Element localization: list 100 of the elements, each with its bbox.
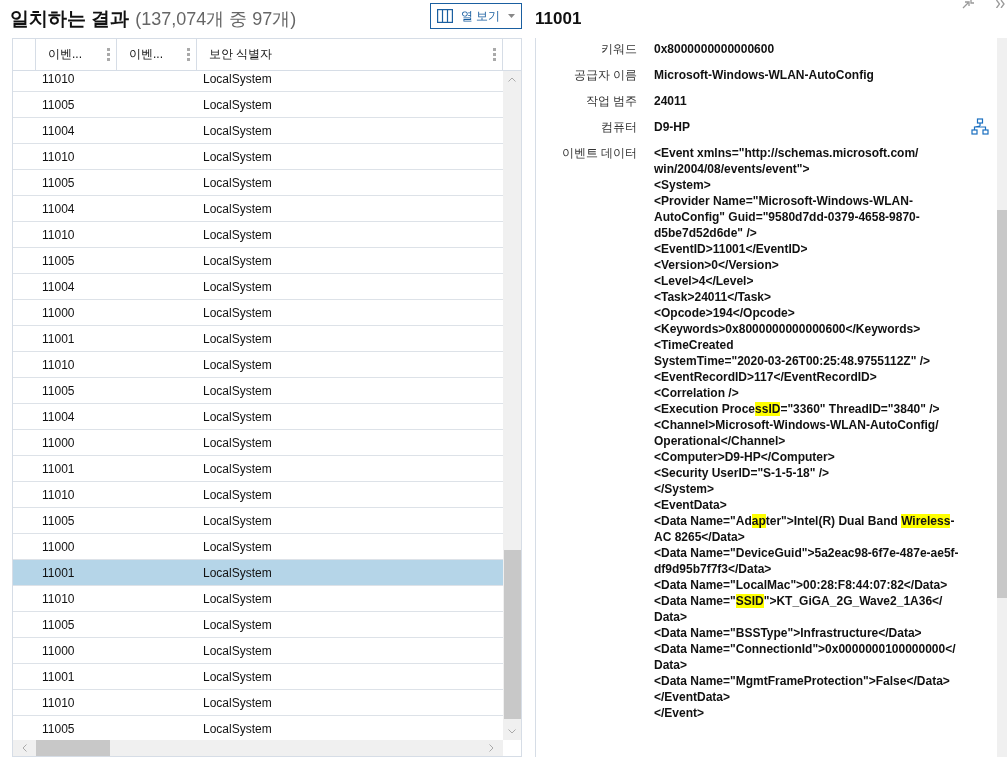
xml-line: </System> [654,481,716,497]
xml-line: <Correlation /> [654,385,740,401]
table-row[interactable]: 11005 LocalSystem [13,612,503,638]
event-title: 11001 [535,9,582,29]
xml-line: win/2004/08/events/event"> [654,161,811,177]
xml-line: <Task>24011</Task> [654,289,772,305]
hierarchy-icon[interactable] [971,118,989,136]
column-menu-icon[interactable] [187,48,190,61]
table-row[interactable]: 11004 LocalSystem [13,118,503,144]
scroll-down-icon[interactable] [508,729,516,734]
xml-line: <Security UserID="S-1-5-18" /> [654,465,831,481]
table-row[interactable]: 11010 LocalSystem [13,586,503,612]
table-cell-text: LocalSystem [202,409,273,424]
table-row[interactable]: 11010 LocalSystem [13,352,503,378]
column-header[interactable]: 이벤... [36,39,117,70]
scroll-right-icon[interactable] [489,744,494,752]
table-row[interactable]: 11010 LocalSystem [13,144,503,170]
vertical-scrollbar[interactable] [997,38,1007,757]
table-cell-text: 11010 [41,227,76,242]
table-cell-text: 11005 [41,617,76,632]
table-row[interactable]: 11005 LocalSystem [13,378,503,404]
table-cell-text: LocalSystem [202,201,273,216]
table-cell-text: 11005 [41,253,76,268]
column-header[interactable]: 보안 식별자 [197,39,503,70]
table-cell-text: 11005 [41,97,76,112]
table-row[interactable]: 11004 LocalSystem [13,274,503,300]
table-row[interactable]: 11004 LocalSystem [13,196,503,222]
table-cell-text: 11004 [41,279,76,294]
results-count: (137,074개 중 97개) [135,8,297,31]
table-cell-text: LocalSystem [202,539,273,554]
table-cell-text: 11005 [41,721,76,736]
table-row[interactable]: 11001 LocalSystem [13,456,503,482]
table-cell-text: LocalSystem [202,123,273,138]
field-value: Microsoft-Windows-WLAN-AutoConfig [654,68,874,82]
table-row[interactable]: 11010 LocalSystem [13,482,503,508]
table-cell-text: 11000 [41,435,76,450]
xml-line: <Computer>D9-HP</Computer> [654,449,836,465]
xml-line: Data> [654,609,689,625]
xml-line: <Data Name="SSID">KT_GiGA_2G_Wave2_1A36</ [654,593,944,609]
table-cell-text: 11004 [41,201,76,216]
table-row[interactable]: 11005 LocalSystem [13,248,503,274]
table-cell-text: LocalSystem [202,149,273,164]
scroll-thumb[interactable] [503,550,521,719]
table-cell-text: 11010 [41,591,76,606]
xml-line: <Channel>Microsoft-Windows-WLAN-AutoConfig/ [654,417,940,433]
table-row[interactable]: 11005 LocalSystem [13,92,503,118]
table-row[interactable]: 11001 LocalSystem [13,560,503,586]
column-menu-icon[interactable] [107,48,110,61]
table-row[interactable]: 11010 LocalSystem [13,690,503,716]
table-row[interactable]: 11000 LocalSystem [13,430,503,456]
vertical-scrollbar[interactable] [503,71,521,740]
double-chevron-icon[interactable] [996,0,1005,8]
table-cell-text: 11005 [41,175,76,190]
scroll-thumb[interactable] [36,740,110,756]
xml-line: Operational</Channel> [654,433,787,449]
table-row[interactable]: 11000 LocalSystem [13,638,503,664]
table-cell-text: LocalSystem [202,643,273,658]
scroll-up-icon[interactable] [508,77,516,82]
table-cell-text: LocalSystem [202,513,273,528]
table-cell-text: LocalSystem [202,487,273,502]
table-cell-text: LocalSystem [202,669,273,684]
table-cell-text: 11001 [41,331,76,346]
scroll-left-icon[interactable] [22,744,27,752]
xml-line: AC 8265</Data> [654,529,746,545]
xml-line: <Data Name="DeviceGuid">5a2eac98-6f7e-487e-ae5f- [654,545,960,561]
table-row[interactable]: 11001 LocalSystem [13,664,503,690]
scroll-thumb[interactable] [997,210,1007,598]
table-row[interactable]: 11010 LocalSystem [13,71,503,92]
table-cell-text: 11001 [41,565,76,580]
horizontal-scrollbar[interactable] [13,740,503,756]
table-cell-text: 11010 [41,357,76,372]
table-row[interactable]: 11005 LocalSystem [13,508,503,534]
table-cell-text: LocalSystem [202,279,273,294]
table-cell-text: LocalSystem [202,71,273,86]
table-cell-text: 11004 [41,123,76,138]
table-cell-text: 11010 [41,149,76,164]
results-title: 일치하는 결과 [10,7,130,31]
table-cell-text: 11010 [41,71,76,86]
table-cell-text: 11000 [41,539,76,554]
table-row[interactable]: 11010 LocalSystem [13,222,503,248]
xml-line: <Opcode>194</Opcode> [654,305,796,321]
column-menu-icon[interactable] [493,48,496,61]
table-cell-text: 11010 [41,487,76,502]
xml-line: d5be7d52d6de" /> [654,225,758,241]
table-cell-text: 11010 [41,695,76,710]
table-cell-text: 11000 [41,643,76,658]
table-row[interactable]: 11005 LocalSystem [13,170,503,196]
table-cell-text: LocalSystem [202,97,273,112]
columns-icon [436,9,453,23]
table-cell-text: LocalSystem [202,175,273,190]
field-value: 24011 [654,94,687,108]
table-row[interactable]: 11001 LocalSystem [13,326,503,352]
column-view-button[interactable]: 열 보기 [429,3,522,29]
table-row[interactable]: 11000 LocalSystem [13,300,503,326]
column-header[interactable]: 이벤... [117,39,197,70]
xml-line: </Event> [654,705,706,721]
xml-line: </EventData> [654,689,732,705]
table-row[interactable]: 11004 LocalSystem [13,404,503,430]
xml-line: df9d95b7f7f3</Data> [654,561,773,577]
xml-line: <Data Name="BSSType">Infrastructure</Data> [654,625,923,641]
